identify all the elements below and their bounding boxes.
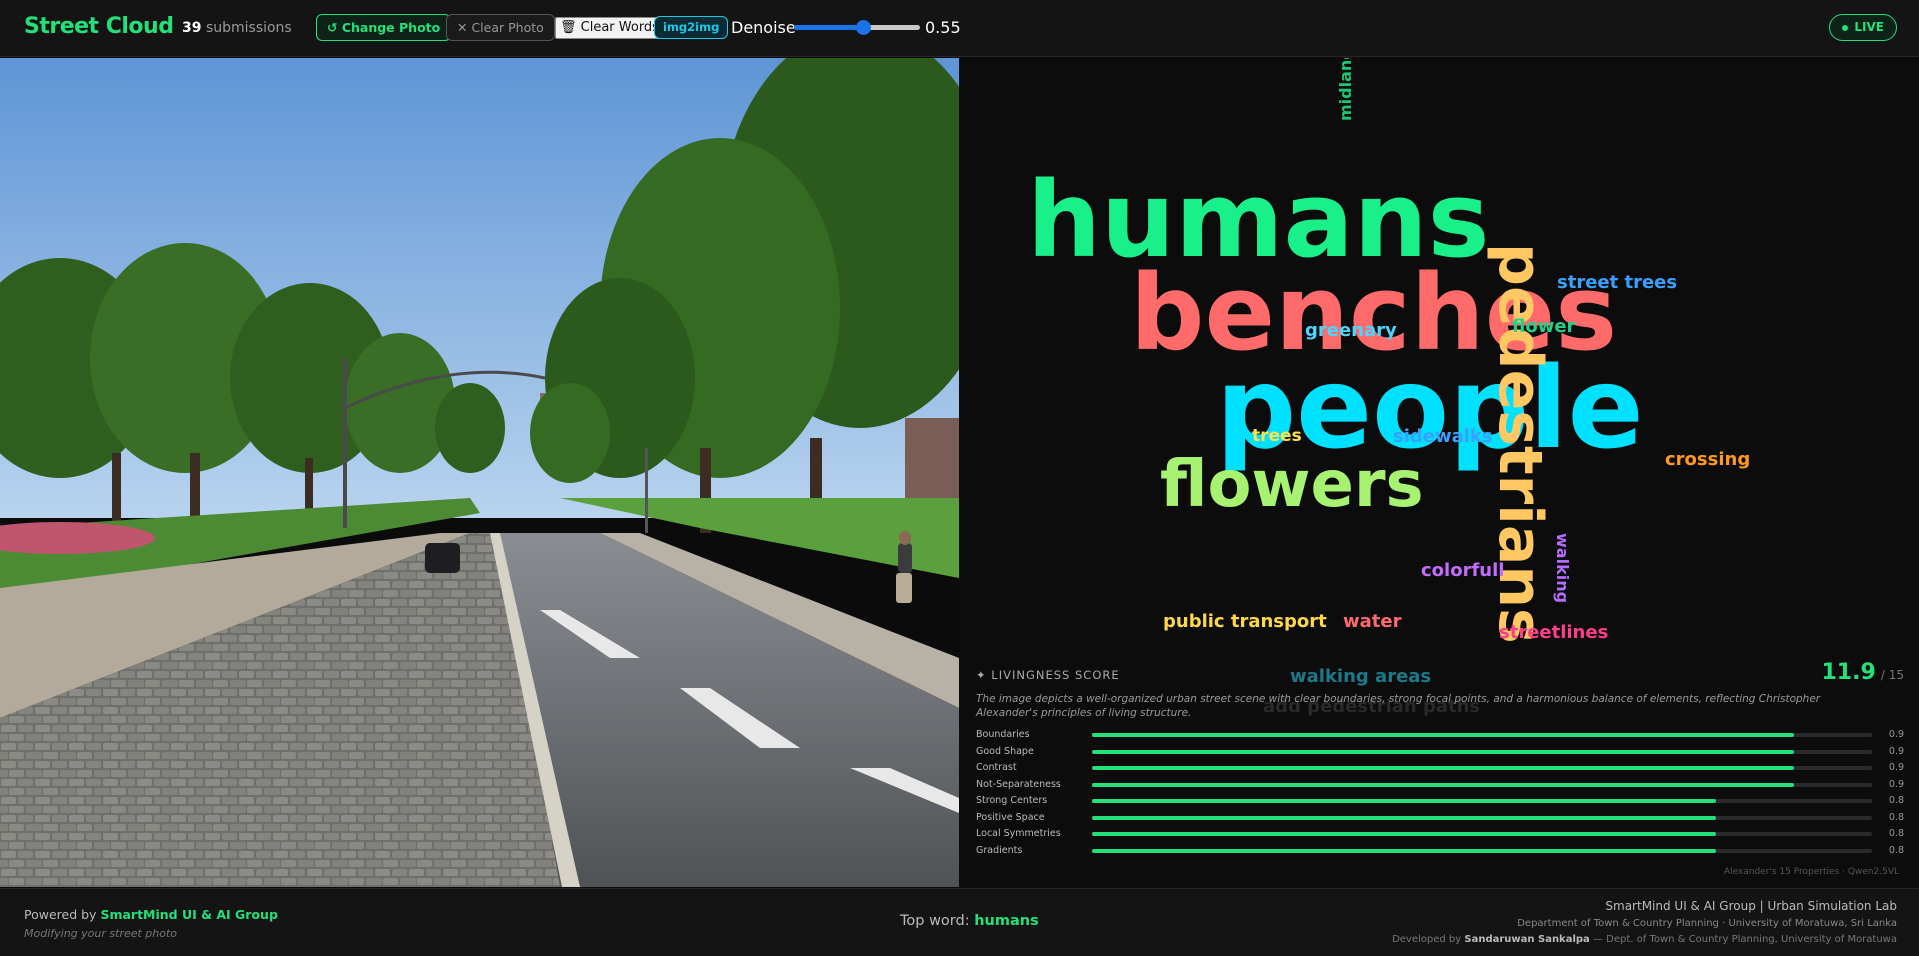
top-bar: Street Cloud 39 submissions ↺ Change Pho… bbox=[0, 0, 1919, 57]
cloud-word: water bbox=[1343, 611, 1402, 632]
property-metric-row: Local Symmetries 0.8 bbox=[976, 825, 1904, 842]
cloud-word: walking bbox=[1553, 533, 1572, 604]
denoise-slider[interactable] bbox=[794, 20, 920, 35]
property-label: Local Symmetries bbox=[976, 828, 1061, 839]
property-bar-fill bbox=[1092, 749, 1794, 754]
property-bar-fill bbox=[1092, 832, 1716, 836]
property-bar bbox=[1092, 799, 1872, 803]
property-value: 0.8 bbox=[1888, 795, 1904, 806]
property-metric-row: Contrast 0.9 bbox=[976, 759, 1904, 776]
credits: SmartMind UI & AI Group | Urban Simulati… bbox=[1392, 899, 1897, 945]
cloud-word: flowers bbox=[1160, 448, 1424, 522]
property-metric-row: Strong Centers 0.8 bbox=[976, 792, 1904, 809]
cloud-word: streetlines bbox=[1499, 622, 1609, 643]
top-word-label: Top word: bbox=[900, 913, 970, 929]
top-word-value: humans bbox=[974, 913, 1039, 929]
cloud-word: public transport bbox=[1163, 611, 1327, 632]
property-value: 0.9 bbox=[1888, 778, 1904, 790]
cloud-word: greenary bbox=[1305, 320, 1397, 341]
property-bar bbox=[1092, 815, 1872, 820]
credit-lab: SmartMind UI & AI Group | Urban Simulati… bbox=[1605, 899, 1897, 913]
property-bar-fill bbox=[1092, 848, 1716, 853]
property-bar bbox=[1092, 733, 1872, 737]
cloud-word: flower bbox=[1512, 316, 1576, 337]
cloud-word: sidewalks bbox=[1393, 426, 1493, 447]
credit-developer-name: Sandaruwan Sankalpa bbox=[1464, 934, 1590, 945]
property-bar-fill bbox=[1092, 733, 1794, 737]
denoise-value: 0.55 bbox=[925, 18, 961, 37]
livingness-score-title: ✦ LIVINGNESS SCORE bbox=[976, 668, 1120, 682]
top-word: Top word: humans bbox=[900, 913, 1039, 929]
property-bar-fill bbox=[1092, 766, 1794, 770]
footer: Powered by SmartMind UI & AI Group Modif… bbox=[0, 888, 1919, 956]
powered-by: Powered by SmartMind UI & AI Group bbox=[24, 907, 278, 922]
word-cloud: humans benches people pedestrians flowers mid… bbox=[960, 58, 1919, 758]
property-bar-fill bbox=[1092, 799, 1716, 803]
credit-department: Department of Town & Country Planning · … bbox=[1517, 918, 1897, 929]
model-credit: Alexander's 15 Properties · Qwen2.5VL bbox=[1723, 867, 1899, 877]
submission-label: submissions bbox=[205, 20, 292, 36]
property-value: 0.8 bbox=[1888, 844, 1904, 856]
cloud-word: colorfull bbox=[1421, 560, 1505, 581]
property-metric-row: Gradients 0.8 bbox=[976, 842, 1904, 859]
property-label: Strong Centers bbox=[976, 795, 1048, 806]
property-label: Gradients bbox=[976, 844, 1023, 856]
img2img-toggle[interactable]: img2img bbox=[654, 16, 729, 39]
cloud-word: walking areas bbox=[1290, 666, 1432, 687]
cloud-word: midlanes bbox=[1336, 58, 1355, 121]
property-bar-fill bbox=[1092, 782, 1794, 787]
live-dot-icon bbox=[1842, 24, 1849, 31]
property-metric-row: Not-Separateness 0.9 bbox=[976, 776, 1904, 793]
livingness-description: The image depicts a well-organized urban… bbox=[976, 693, 1821, 719]
street-photo bbox=[0, 58, 959, 887]
property-bar-fill bbox=[1092, 815, 1716, 820]
property-metric-row: Positive Space 0.8 bbox=[976, 809, 1904, 826]
submission-counter: 39 submissions bbox=[182, 20, 292, 36]
live-status-badge: LIVE bbox=[1829, 14, 1897, 41]
denoise-slider-fill bbox=[794, 25, 864, 30]
property-metric-row: Boundaries 0.9 bbox=[976, 726, 1904, 743]
cloud-word: street trees bbox=[1557, 272, 1678, 293]
property-label: Boundaries bbox=[976, 729, 1030, 740]
credit-developer-dept: — Dept. of Town & Country Planning, Univ… bbox=[1592, 934, 1897, 945]
property-bar bbox=[1092, 749, 1872, 754]
denoise-slider-handle[interactable] bbox=[856, 20, 872, 35]
livingness-score-value: 11.9 bbox=[1821, 660, 1876, 685]
property-bar bbox=[1092, 782, 1872, 787]
property-value: 0.8 bbox=[1888, 828, 1904, 839]
credit-developed-label: Developed by bbox=[1392, 934, 1462, 945]
property-metric-row: Good Shape 0.9 bbox=[976, 743, 1904, 760]
powered-by-label: Powered by bbox=[24, 907, 97, 922]
property-bar bbox=[1092, 848, 1872, 853]
group-name: SmartMind UI & AI Group bbox=[100, 907, 278, 922]
status-text: Modifying your street photo bbox=[24, 927, 178, 940]
cloud-word: trees bbox=[1252, 426, 1302, 446]
street-photo-image bbox=[0, 58, 959, 887]
property-label: Not-Separateness bbox=[976, 778, 1061, 790]
credit-developer: Developed by Sandaruwan Sankalpa — Dept.… bbox=[1392, 934, 1897, 945]
property-bar bbox=[1092, 766, 1872, 770]
change-photo-button[interactable]: ↺ Change Photo bbox=[316, 14, 452, 41]
property-value: 0.8 bbox=[1888, 811, 1904, 823]
property-label: Good Shape bbox=[976, 745, 1034, 757]
livingness-score: 11.9 / 15 bbox=[1821, 660, 1904, 685]
cloud-word: crossing bbox=[1665, 449, 1751, 470]
livingness-score-max: / 15 bbox=[1880, 668, 1904, 682]
submission-count: 39 bbox=[182, 20, 202, 36]
property-label: Positive Space bbox=[976, 811, 1045, 823]
cloud-word: pedestrians bbox=[1485, 243, 1555, 644]
property-value: 0.9 bbox=[1888, 729, 1904, 740]
clear-photo-button[interactable]: ✕ Clear Photo bbox=[446, 14, 555, 41]
property-value: 0.9 bbox=[1888, 762, 1904, 773]
clear-words-button[interactable]: 🗑 Clear Words bbox=[555, 17, 664, 39]
property-label: Contrast bbox=[976, 762, 1017, 773]
word-cloud-panel: humans benches people pedestrians flowers mid… bbox=[960, 58, 1919, 887]
live-label: LIVE bbox=[1854, 20, 1884, 34]
property-bar bbox=[1092, 832, 1872, 836]
denoise-label: Denoise bbox=[731, 18, 796, 37]
property-value: 0.9 bbox=[1888, 745, 1904, 757]
property-metrics: Boundaries 0.9 Good Shape 0.9 Contrast 0.9 Not… bbox=[976, 726, 1904, 858]
app-title: Street Cloud bbox=[24, 14, 174, 39]
